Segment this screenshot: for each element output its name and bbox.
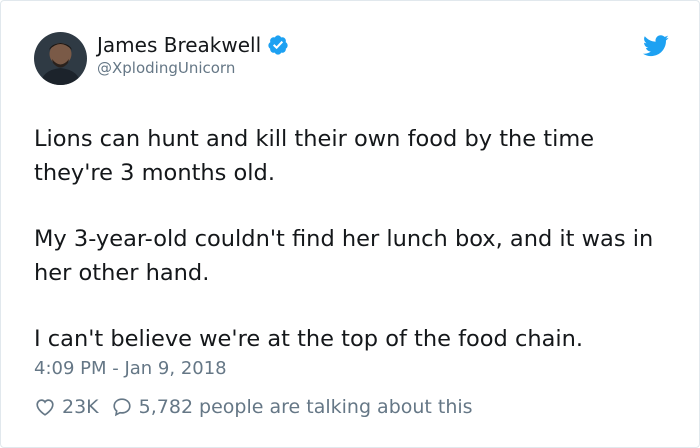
tweet-paragraph: I can't believe we're at the top of the … — [34, 326, 584, 352]
tweet-card: James Breakwell @XplodingUnicorn Lions c… — [0, 0, 700, 448]
author-handle[interactable]: @XplodingUnicorn — [97, 58, 235, 78]
tweet-text: Lions can hunt and kill their own food b… — [34, 122, 674, 356]
reply-count: 5,782 — [138, 396, 194, 418]
tweet-paragraph: My 3-year-old couldn't find her lunch bo… — [34, 226, 654, 286]
heart-icon — [34, 396, 56, 418]
speech-bubble-icon — [111, 396, 133, 418]
avatar-photo — [34, 32, 87, 85]
like-button[interactable]: 23K — [34, 394, 99, 420]
tweet-timestamp[interactable]: 4:09 PM - Jan 9, 2018 — [34, 357, 227, 381]
conversation-label: people are talking about this — [199, 396, 473, 418]
twitter-bird-icon[interactable] — [643, 35, 669, 57]
tweet-actions: 23K 5,782 people are talking about this — [34, 394, 473, 420]
reply-button[interactable]: 5,782 people are talking about this — [111, 394, 473, 420]
author-name-row[interactable]: James Breakwell — [97, 32, 289, 58]
author-name[interactable]: James Breakwell — [97, 32, 261, 58]
tweet-paragraph: Lions can hunt and kill their own food b… — [34, 126, 595, 186]
verified-badge-icon — [267, 34, 289, 56]
like-count: 23K — [62, 396, 99, 418]
avatar[interactable] — [34, 32, 87, 85]
